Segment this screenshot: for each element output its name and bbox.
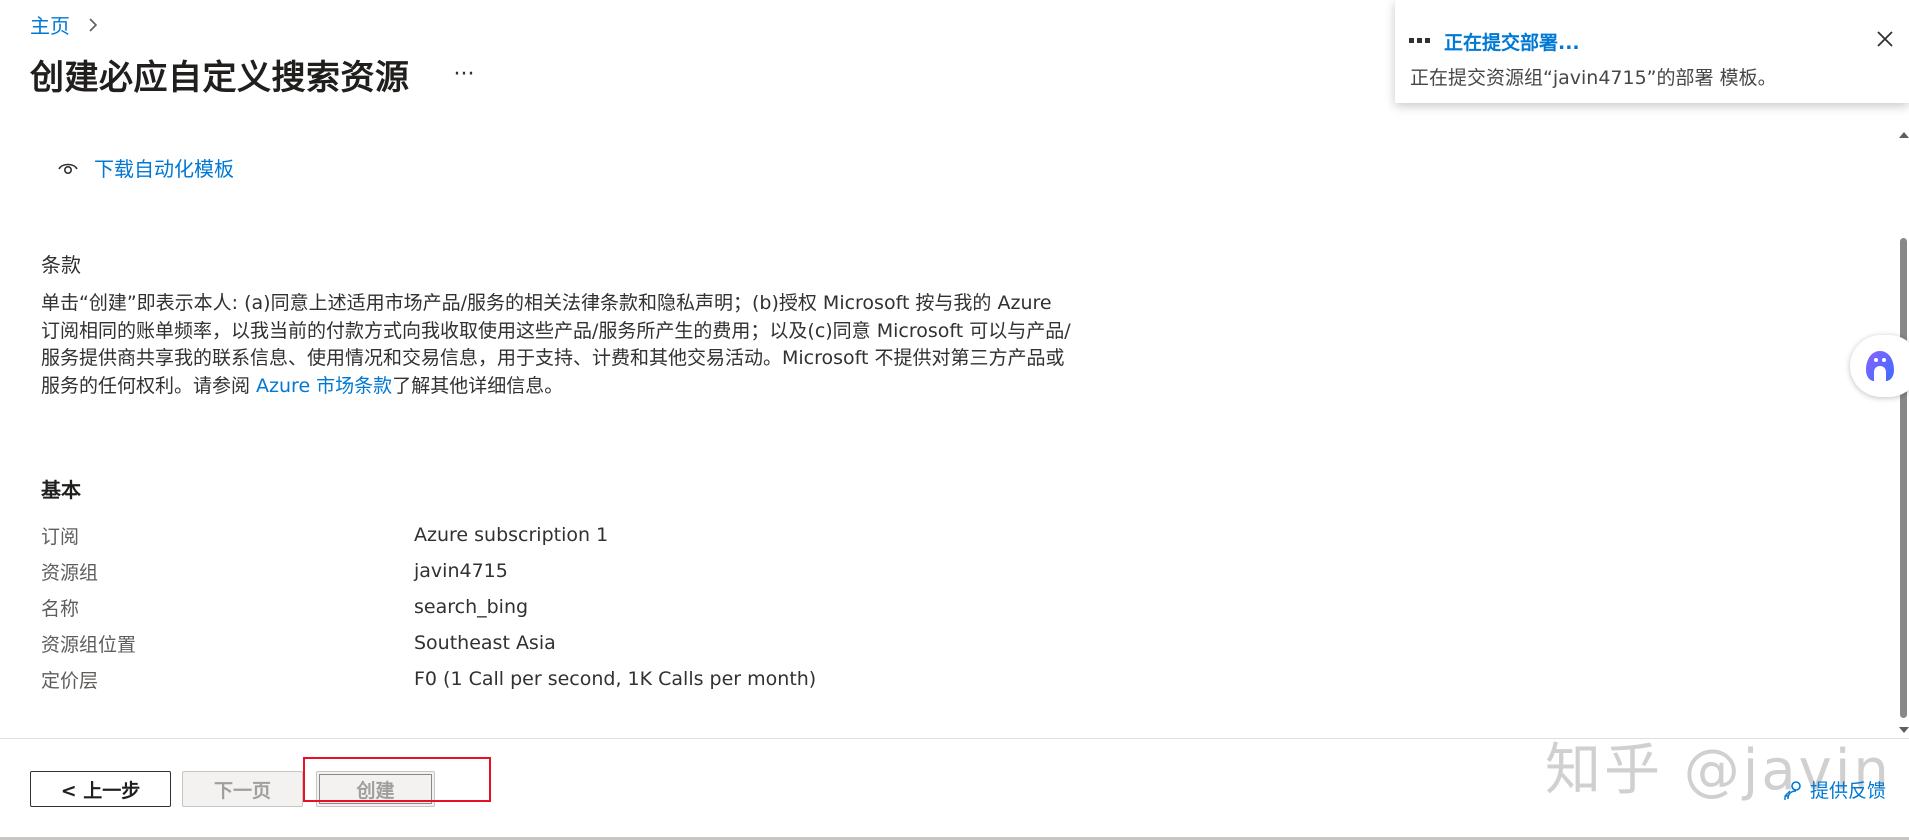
download-template-label: 下载自动化模板 [94, 157, 234, 181]
summary-row-subscription: 订阅 Azure subscription 1 [41, 517, 816, 553]
feedback-label: 提供反馈 [1810, 780, 1887, 802]
close-icon[interactable] [1873, 27, 1897, 51]
scroll-down-arrow-icon[interactable] [1899, 727, 1909, 733]
summary-value: search_bing [414, 596, 529, 618]
summary-label: 定价层 [41, 669, 99, 692]
vertical-scrollbar[interactable] [1898, 130, 1909, 735]
summary-row-location: 资源组位置 Southeast Asia [41, 625, 816, 661]
download-template-link[interactable]: 下载自动化模板 [56, 153, 234, 182]
title-row: 创建必应自定义搜索资源 ··· [30, 50, 480, 99]
summary-label: 名称 [41, 597, 80, 620]
footer-bar: 知乎 @javin < 上一步 下一页 创建 提供反馈 [0, 738, 1909, 840]
portal-page: 主页 创建必应自定义搜索资源 ··· 下载自动化模板 条款 单击“创建”即表示本… [0, 0, 1909, 840]
summary-value: Azure subscription 1 [414, 524, 609, 546]
summary-row-resource-group: 资源组 javin4715 [41, 553, 816, 589]
notification-body: 正在提交资源组“javin4715”的部署 模板。 [1410, 67, 1777, 89]
breadcrumb: 主页 [30, 10, 104, 39]
terms-heading: 条款 [41, 253, 81, 277]
page-title: 创建必应自定义搜索资源 [30, 58, 410, 98]
summary-row-name: 名称 search_bing [41, 589, 816, 625]
deployment-notification: 正在提交部署... 正在提交资源组“javin4715”的部署 模板。 [1395, 0, 1909, 103]
more-options-button[interactable]: ··· [448, 63, 481, 86]
feedback-person-icon [1784, 780, 1801, 800]
summary-row-pricing-tier: 定价层 F0 (1 Call per second, 1K Calls per … [41, 661, 816, 697]
summary-label: 订阅 [41, 525, 80, 548]
basics-heading: 基本 [41, 478, 81, 502]
terms-text-after: 了解其他详细信息。 [392, 374, 564, 397]
scroll-up-arrow-icon[interactable] [1899, 132, 1909, 138]
eye-icon [58, 163, 78, 174]
next-button[interactable]: 下一页 [182, 771, 303, 807]
scrollbar-thumb[interactable] [1900, 238, 1907, 718]
assistant-icon [1866, 351, 1894, 381]
notification-title[interactable]: 正在提交部署... [1444, 28, 1580, 55]
terms-text: 单击“创建”即表示本人: (a)同意上述适用市场产品/服务的相关法律条款和隐私声… [41, 290, 1071, 400]
summary-value: javin4715 [414, 560, 508, 582]
breadcrumb-home-link[interactable]: 主页 [30, 10, 70, 39]
chevron-right-icon [89, 17, 98, 32]
summary-label: 资源组位置 [41, 633, 137, 656]
highlight-annotation-box [303, 757, 491, 802]
assistant-floating-button[interactable] [1850, 335, 1909, 397]
summary-value: F0 (1 Call per second, 1K Calls per mont… [414, 668, 817, 690]
basics-summary: 订阅 Azure subscription 1 资源组 javin4715 名称… [41, 517, 816, 697]
in-progress-dots-icon [1409, 38, 1430, 43]
summary-value: Southeast Asia [414, 632, 556, 654]
summary-label: 资源组 [41, 561, 99, 584]
previous-button[interactable]: < 上一步 [30, 771, 171, 807]
feedback-link[interactable]: 提供反馈 [1782, 776, 1886, 803]
azure-marketplace-terms-link[interactable]: Azure 市场条款 [256, 375, 392, 397]
